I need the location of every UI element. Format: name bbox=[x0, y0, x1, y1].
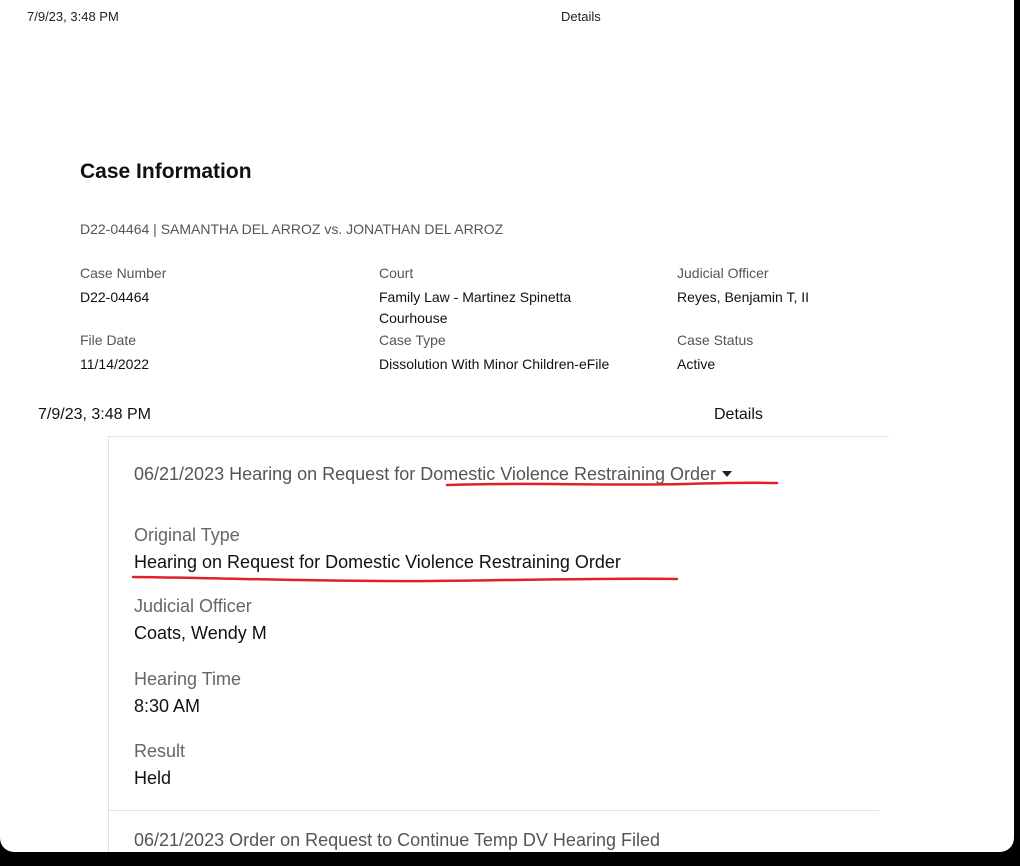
original-type-field: Original Type Hearing on Request for Dom… bbox=[134, 525, 621, 573]
field-value: Hearing on Request for Domestic Violence… bbox=[134, 552, 621, 572]
court-field: Court Family Law - Martinez Spinetta Cou… bbox=[379, 265, 619, 329]
print-timestamp: 7/9/23, 3:48 PM bbox=[27, 9, 119, 24]
hearing-time-field: Hearing Time 8:30 AM bbox=[134, 669, 241, 717]
judicial-officer-detail: Judicial Officer Coats, Wendy M bbox=[134, 596, 267, 644]
red-underline-annotation bbox=[131, 575, 679, 583]
field-label: Case Status bbox=[677, 332, 754, 348]
print-page-title: Details bbox=[561, 9, 601, 24]
hearing-title-highlight: Domestic Violence Restraining Order bbox=[420, 464, 716, 484]
field-value: Coats, Wendy M bbox=[134, 623, 267, 643]
field-value: Family Law - Martinez Spinetta Courhouse bbox=[379, 289, 572, 326]
case-information-heading: Case Information bbox=[80, 160, 252, 183]
field-value: Active bbox=[677, 356, 716, 372]
result-field: Result Held bbox=[134, 741, 185, 789]
print-page-title-second: Details bbox=[714, 406, 763, 423]
file-date-field: File Date 11/14/2022 bbox=[80, 332, 360, 375]
field-value: D22-04464 bbox=[80, 289, 150, 305]
case-caption: D22-04464 | SAMANTHA DEL ARROZ vs. JONAT… bbox=[80, 221, 504, 237]
case-number-field: Case Number D22-04464 bbox=[80, 265, 360, 308]
hearing-event-header[interactable]: 06/21/2023 Hearing on Request for Domest… bbox=[134, 464, 732, 485]
field-value: Reyes, Benjamin T, II bbox=[677, 289, 810, 305]
field-label: Court bbox=[379, 265, 414, 281]
judicial-officer-field: Judicial Officer Reyes, Benjamin T, II bbox=[677, 265, 957, 308]
field-label: Case Number bbox=[80, 265, 167, 281]
print-timestamp-second: 7/9/23, 3:48 PM bbox=[38, 406, 151, 423]
field-label: Judicial Officer bbox=[677, 265, 769, 281]
field-value: Held bbox=[134, 768, 172, 788]
field-label: Judicial Officer bbox=[134, 596, 252, 616]
field-label: Hearing Time bbox=[134, 669, 242, 689]
field-value: Dissolution With Minor Children-eFile bbox=[379, 356, 610, 372]
hearing-event-panel: 06/21/2023 Hearing on Request for Domest… bbox=[108, 436, 889, 852]
field-value: 8:30 AM bbox=[134, 696, 201, 716]
printed-page: 7/9/23, 3:48 PM Details Case Information… bbox=[0, 0, 1014, 852]
case-type-field: Case Type Dissolution With Minor Childre… bbox=[379, 332, 659, 375]
case-status-field: Case Status Active bbox=[677, 332, 957, 375]
field-label: Original Type bbox=[134, 525, 240, 545]
caret-down-icon[interactable] bbox=[722, 471, 732, 477]
divider bbox=[109, 810, 879, 811]
hearing-date-title: 06/21/2023 Hearing on Request for bbox=[134, 464, 421, 484]
next-event-header[interactable]: 06/21/2023 Order on Request to Continue … bbox=[134, 830, 660, 851]
field-value: 11/14/2022 bbox=[80, 356, 150, 372]
field-label: Result bbox=[134, 741, 186, 761]
field-label: File Date bbox=[80, 332, 137, 348]
field-label: Case Type bbox=[379, 332, 446, 348]
